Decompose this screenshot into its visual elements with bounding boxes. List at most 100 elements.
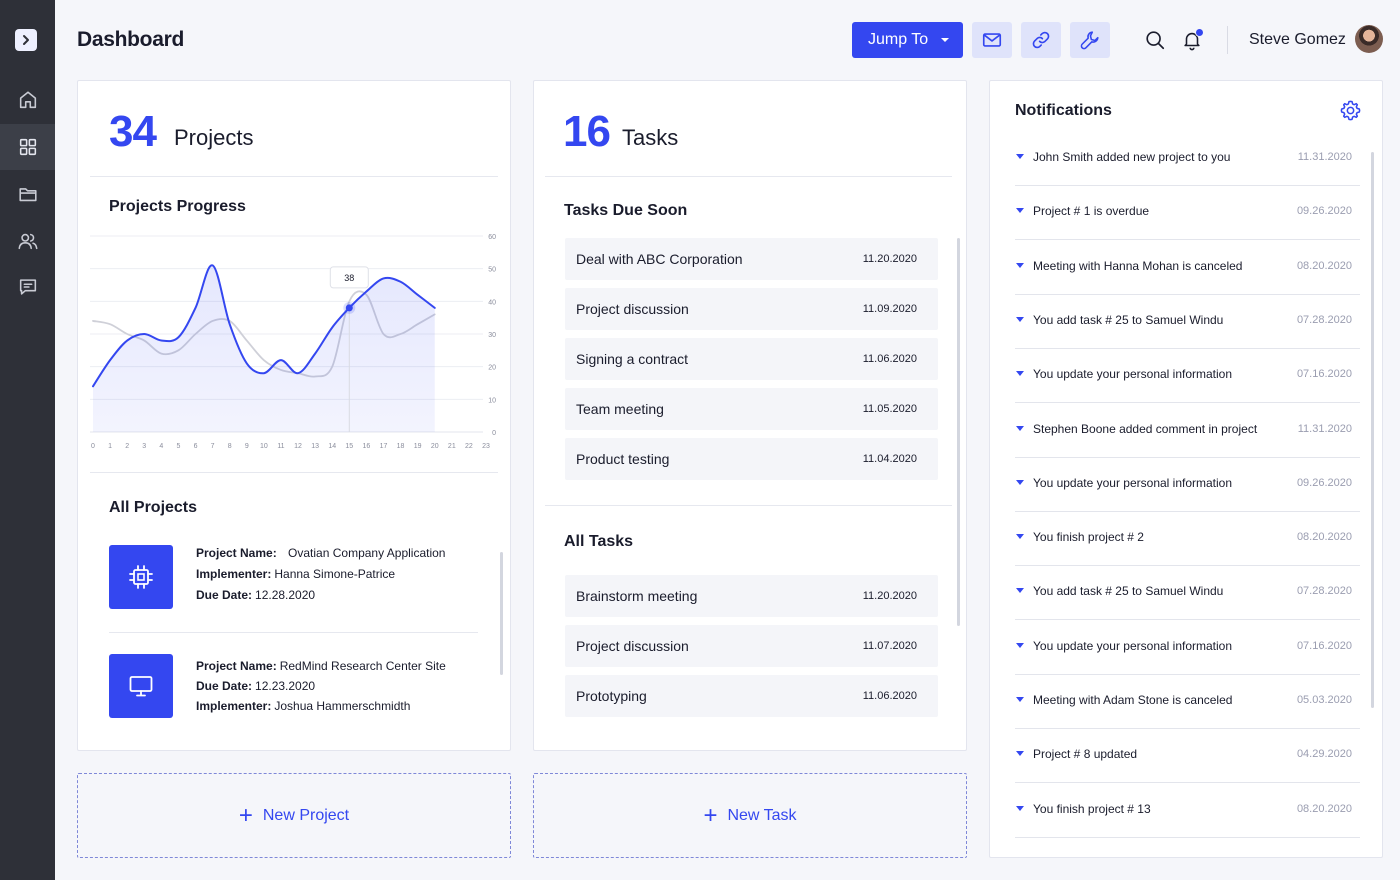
users-icon	[18, 233, 37, 250]
avatar[interactable]	[1355, 25, 1383, 53]
expand-sidebar-button[interactable]	[15, 29, 37, 51]
notification-date: 07.16.2020	[1296, 368, 1352, 381]
x-tick-label: 1	[108, 443, 112, 450]
task-name: Product testing	[576, 451, 670, 467]
tools-button[interactable]	[1070, 22, 1110, 58]
projects-scrollbar[interactable]	[500, 552, 503, 675]
notifications-scrollbar[interactable]	[1371, 152, 1374, 708]
project-field-value: RedMind Research Center Site	[279, 659, 446, 673]
all-tasks-title: All Tasks	[564, 533, 634, 550]
notification-item[interactable]: Project # 1 is overdue 09.26.2020	[1015, 186, 1360, 241]
caret-down-icon	[1016, 534, 1024, 540]
plus-icon: +	[703, 801, 718, 829]
x-tick-label: 4	[159, 443, 163, 450]
tasks-count: 16	[563, 107, 611, 156]
task-row[interactable]: Team meeting 11.05.2020	[565, 388, 938, 430]
notification-item[interactable]: You add task # 25 to Samuel Windu 07.28.2…	[1015, 295, 1360, 349]
task-row[interactable]: Prototyping 11.06.2020	[565, 675, 938, 717]
project-field-value: Ovatian Company Application	[288, 546, 446, 560]
task-name: Deal with ABC Corporation	[576, 251, 743, 267]
notification-item[interactable]: You update your personal information 07.1…	[1015, 621, 1360, 675]
task-row[interactable]: Deal with ABC Corporation 11.20.2020	[565, 238, 938, 280]
caret-down-icon	[1016, 371, 1024, 377]
notification-item[interactable]: Meeting with Adam Stone is canceled 05.03…	[1015, 675, 1360, 729]
divider	[90, 176, 498, 177]
page-title: Dashboard	[77, 28, 184, 51]
folder-icon	[18, 188, 37, 202]
caret-down-icon	[1016, 262, 1024, 268]
tasks-scrollbar[interactable]	[957, 238, 960, 626]
caret-down-icon	[941, 38, 949, 42]
task-row[interactable]: Product testing 11.04.2020	[565, 438, 938, 480]
notification-text: You add task # 25 to Samuel Windu	[1033, 584, 1224, 599]
sidebar-item-files[interactable]	[0, 171, 55, 217]
task-row[interactable]: Project discussion 11.09.2020	[565, 288, 938, 330]
notification-item[interactable]: You finish project # 2 08.20.2020	[1015, 512, 1360, 567]
notification-text: Project # 1 is overdue	[1033, 204, 1150, 219]
link-button[interactable]	[1021, 22, 1061, 58]
notification-item[interactable]: John Smith added new project to you 11.31…	[1015, 132, 1360, 186]
y-tick-label: 30	[488, 332, 496, 339]
x-tick-label: 9	[245, 443, 249, 450]
x-tick-label: 18	[397, 443, 405, 450]
new-task-button[interactable]: + New Task	[533, 773, 967, 858]
notification-item[interactable]: You finish project # 13 08.20.2020	[1015, 784, 1360, 838]
project-field-value: Joshua Hammerschmidth	[274, 699, 411, 713]
new-project-button[interactable]: + New Project	[77, 773, 511, 858]
task-date: 11.04.2020	[862, 453, 917, 465]
divider	[545, 505, 952, 506]
notification-date: 04.29.2020	[1296, 748, 1352, 761]
project-name-line: Project Name: Ovatian Company Applicatio…	[196, 546, 445, 560]
task-date: 11.09.2020	[862, 303, 917, 315]
notifications-button[interactable]	[1180, 28, 1204, 52]
task-row[interactable]: Signing a contract 11.06.2020	[565, 338, 938, 380]
sidebar-item-home[interactable]	[0, 77, 55, 123]
x-tick-label: 5	[176, 443, 180, 450]
search-button[interactable]	[1143, 28, 1167, 52]
project-item-icon[interactable]	[109, 545, 173, 609]
project-item-icon[interactable]	[109, 654, 173, 718]
jump-to-button[interactable]: Jump To	[852, 22, 963, 58]
notification-settings-button[interactable]	[1339, 99, 1362, 122]
unread-dot	[1195, 28, 1204, 37]
notification-item[interactable]: Stephen Boone added comment in project 11…	[1015, 404, 1360, 458]
sidebar-item-team[interactable]	[0, 218, 55, 264]
task-name: Project discussion	[576, 301, 689, 317]
notification-item[interactable]: You update your personal information 07.1…	[1015, 349, 1360, 404]
x-tick-label: 20	[431, 443, 439, 450]
y-tick-label: 0	[492, 430, 496, 437]
projects-count: 34	[109, 107, 157, 156]
x-tick-label: 16	[362, 443, 370, 450]
notification-item[interactable]: Project # 8 updated 04.29.2020	[1015, 729, 1360, 784]
user-name[interactable]: Steve Gomez	[1249, 31, 1346, 49]
x-tick-label: 7	[211, 443, 215, 450]
project-field-value: 12.28.2020	[255, 588, 316, 602]
notification-text: You update your personal information	[1033, 638, 1233, 653]
notification-text: You update your personal information	[1033, 367, 1233, 382]
divider	[545, 176, 952, 177]
notification-item[interactable]: Meeting with Hanna Mohan is canceled 08.2…	[1015, 241, 1360, 295]
notification-text: You finish project # 2	[1033, 530, 1144, 545]
notification-item[interactable]: You update your personal information 09.2…	[1015, 458, 1360, 512]
task-date: 11.06.2020	[862, 353, 917, 365]
notification-date: 07.16.2020	[1296, 639, 1352, 652]
notification-date: 09.26.2020	[1296, 476, 1352, 489]
x-tick-label: 8	[228, 443, 232, 450]
sidebar-item-dashboard[interactable]	[0, 124, 55, 170]
x-tick-label: 11	[277, 443, 284, 450]
task-name: Project discussion	[576, 638, 689, 654]
task-date: 11.20.2020	[862, 590, 917, 602]
task-row[interactable]: Brainstorm meeting 11.20.2020	[565, 575, 938, 617]
home-icon	[19, 91, 36, 109]
x-tick-label: 2	[125, 443, 129, 450]
notification-text: You update your personal information	[1033, 475, 1233, 490]
tasks-due-soon-title: Tasks Due Soon	[564, 202, 688, 219]
mail-button[interactable]	[972, 22, 1012, 58]
notifications-title: Notifications	[1015, 102, 1112, 119]
task-name: Team meeting	[576, 401, 664, 417]
task-date: 11.20.2020	[862, 253, 917, 265]
chip-icon	[129, 565, 153, 589]
notification-item[interactable]: You add task # 25 to Samuel Windu 07.28.2…	[1015, 566, 1360, 621]
sidebar-item-messages[interactable]	[0, 264, 55, 310]
task-row[interactable]: Project discussion 11.07.2020	[565, 625, 938, 667]
